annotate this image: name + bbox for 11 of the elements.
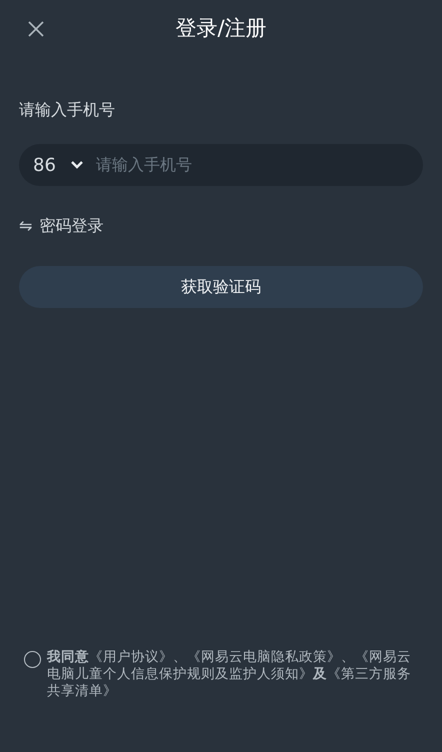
phone-field[interactable]: 86 请输入手机号 xyxy=(19,144,423,186)
page-title: 登录/注册 xyxy=(175,15,267,42)
password-login-link[interactable]: ⇋ 密码登录 xyxy=(19,214,104,238)
close-icon xyxy=(27,20,45,38)
switch-icon: ⇋ xyxy=(19,214,32,238)
chevron-down-icon xyxy=(70,160,84,170)
country-code-dropdown[interactable]: 86 xyxy=(33,152,84,178)
agreement-text: 我同意《用户协议》、《网易云电脑隐私政策》、《网易云电脑儿童个人信息保护规则及监护人须知》及《第三方服务共享清单》 xyxy=(47,649,412,700)
phone-label: 请输入手机号 xyxy=(19,99,116,121)
agree-radio[interactable] xyxy=(24,651,41,668)
get-code-button[interactable]: 获取验证码 xyxy=(19,266,423,308)
